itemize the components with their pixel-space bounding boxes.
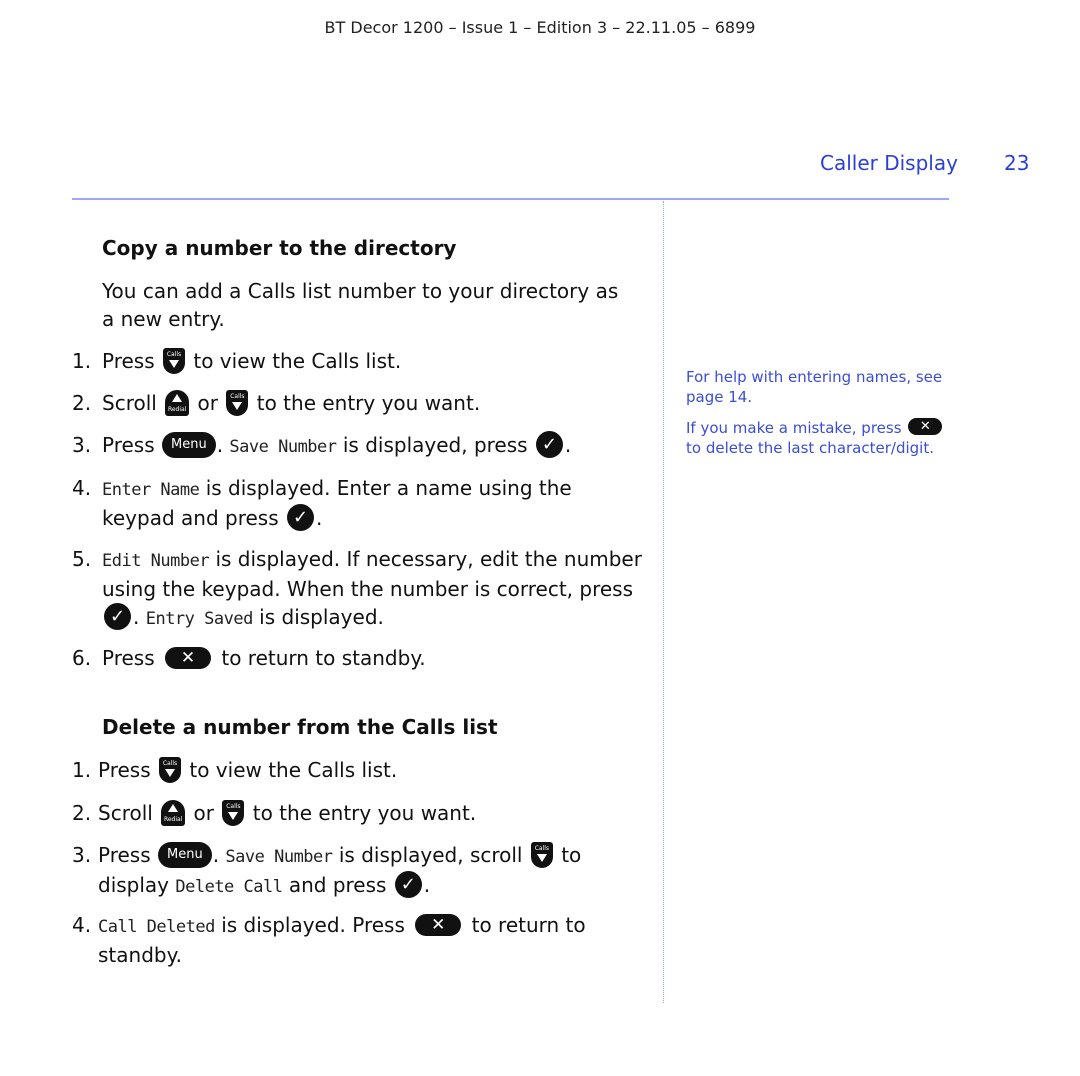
step-number: 4.: [72, 913, 92, 937]
step-text: .: [315, 506, 323, 530]
cancel-key-icon: ✕: [908, 418, 943, 435]
cancel-key-icon: ✕: [165, 646, 211, 669]
calls-key-icon: Calls: [226, 389, 249, 416]
step-text: is displayed. Press: [221, 913, 405, 937]
copy-step-2: 2. Scroll Redial or Calls to the entry y…: [72, 389, 642, 418]
note-text: If you make a mistake, press: [686, 419, 902, 437]
copy-step-1: 1. Press Calls to view the Calls list.: [72, 347, 642, 376]
step-text: Scroll: [98, 801, 153, 825]
copy-step-3: 3. Press Menu. Save Number is displayed,…: [72, 431, 642, 461]
lcd-text: Save Number: [225, 847, 333, 867]
key-label: Calls: [534, 844, 550, 852]
ok-key-icon: ✓: [104, 603, 131, 630]
key-label: Redial: [167, 405, 187, 413]
step-text: .: [564, 433, 572, 457]
step-text: .: [216, 433, 224, 457]
key-label: Calls: [230, 392, 245, 400]
step-number: 6.: [72, 646, 92, 670]
step-text: and press: [288, 873, 387, 897]
key-label: Calls: [166, 350, 182, 358]
calls-key-icon: Calls: [163, 347, 185, 374]
step-text: is displayed.: [259, 605, 384, 629]
lcd-text: Save Number: [229, 437, 337, 457]
step-text: to view the Calls list.: [189, 758, 398, 782]
step-text: Press: [102, 646, 155, 670]
step-number: 3.: [72, 433, 92, 457]
step-text: to the entry you want.: [256, 391, 481, 415]
step-text: is displayed, press: [342, 433, 528, 457]
copy-step-4: 4. Enter Name is displayed. Enter a name…: [72, 474, 642, 533]
delete-section-title: Delete a number from the Calls list: [102, 715, 498, 739]
step-text: is displayed, scroll: [338, 843, 523, 867]
copy-section-title: Copy a number to the directory: [102, 236, 457, 260]
calls-key-icon: Calls: [222, 799, 245, 826]
menu-key-icon: Menu: [162, 431, 216, 458]
lcd-text: Call Deleted: [98, 917, 215, 937]
step-text: or: [197, 391, 219, 415]
step-text: to the entry you want.: [252, 801, 477, 825]
lcd-text: Enter Name: [102, 480, 200, 500]
sidebar-note-mistake: If you make a mistake, press ✕ to delete…: [686, 418, 946, 458]
step-number: 3.: [72, 843, 92, 867]
step-number: 5.: [72, 547, 92, 571]
copy-step-6: 6. Press ✕ to return to standby.: [72, 644, 642, 672]
step-text: .: [133, 605, 140, 629]
delete-step-4: 4. Call Deleted is displayed. Press ✕ to…: [72, 911, 642, 969]
delete-step-2: 2. Scroll Redial or Calls to the entry y…: [72, 799, 642, 828]
step-number: 2.: [72, 801, 92, 825]
step-text: .: [212, 843, 220, 867]
step-text: Press: [98, 758, 151, 782]
step-text: to return to standby.: [221, 646, 426, 670]
sidebar-note-help: For help with entering names, see page 1…: [686, 368, 943, 406]
step-text: Press: [102, 349, 155, 373]
redial-key-icon: Redial: [161, 799, 186, 826]
menu-key-icon: Menu: [158, 841, 212, 868]
step-text: Scroll: [102, 391, 157, 415]
step-text: Press: [98, 843, 151, 867]
lcd-text: Entry Saved: [145, 609, 254, 629]
step-number: 2.: [72, 391, 92, 415]
step-number: 1.: [72, 758, 92, 782]
column-divider: [663, 201, 664, 1003]
horizontal-rule: [72, 198, 949, 200]
calls-key-icon: Calls: [530, 841, 553, 868]
calls-key-icon: Calls: [159, 756, 181, 783]
delete-step-3: 3. Press Menu. Save Number is displayed,…: [72, 841, 642, 901]
document-header: BT Decor 1200 – Issue 1 – Edition 3 – 22…: [324, 18, 756, 37]
step-text: to view the Calls list.: [193, 349, 402, 373]
key-label: Calls: [226, 802, 241, 810]
cancel-key-icon: ✕: [415, 913, 462, 936]
ok-key-icon: ✓: [394, 871, 422, 898]
lcd-text: Delete Call: [175, 877, 283, 897]
step-text: or: [193, 801, 215, 825]
section-name: Caller Display: [820, 151, 958, 175]
page-number: 23: [1004, 151, 1030, 175]
note-text: to delete the last character/digit.: [686, 439, 934, 457]
copy-step-5: 5. Edit Number is displayed. If necessar…: [72, 545, 642, 633]
delete-step-1: 1. Press Calls to view the Calls list.: [72, 756, 642, 785]
step-number: 1.: [72, 349, 92, 373]
key-label: Redial: [163, 815, 183, 823]
step-text: .: [423, 873, 431, 897]
lcd-text: Edit Number: [102, 551, 210, 571]
redial-key-icon: Redial: [165, 389, 190, 416]
ok-key-icon: ✓: [286, 504, 314, 531]
key-label: Calls: [162, 759, 178, 767]
copy-intro: You can add a Calls list number to your …: [102, 279, 619, 331]
step-text: Press: [102, 433, 155, 457]
ok-key-icon: ✓: [535, 431, 563, 458]
step-number: 4.: [72, 476, 92, 500]
